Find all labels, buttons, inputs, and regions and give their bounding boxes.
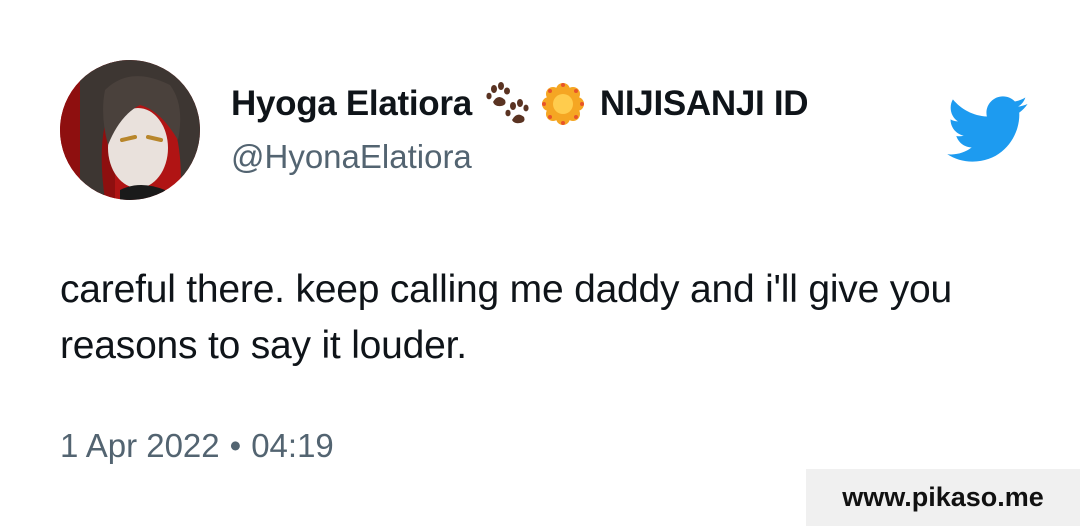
tweet-text: careful there. keep calling me daddy and… (60, 268, 953, 367)
timestamp[interactable]: 1 Apr 2022 • 04:19 (60, 427, 334, 465)
timestamp-separator: • (229, 427, 242, 464)
display-name[interactable]: Hyoga Elatiora NIJISANJI ID (231, 82, 809, 126)
display-name-text: Hyoga Elatiora (231, 84, 472, 123)
user-handle[interactable]: @HyonaElatiora (231, 138, 472, 176)
tweet-date: 1 Apr 2022 (60, 427, 220, 464)
watermark: www.pikaso.me (806, 469, 1080, 526)
avatar[interactable] (60, 60, 200, 200)
twitter-bird-icon[interactable] (947, 96, 1029, 164)
paw-prints-icon (482, 82, 532, 126)
tweet-time: 04:19 (251, 427, 334, 464)
flower-icon (538, 82, 588, 126)
display-name-affiliation: NIJISANJI ID (599, 84, 809, 123)
